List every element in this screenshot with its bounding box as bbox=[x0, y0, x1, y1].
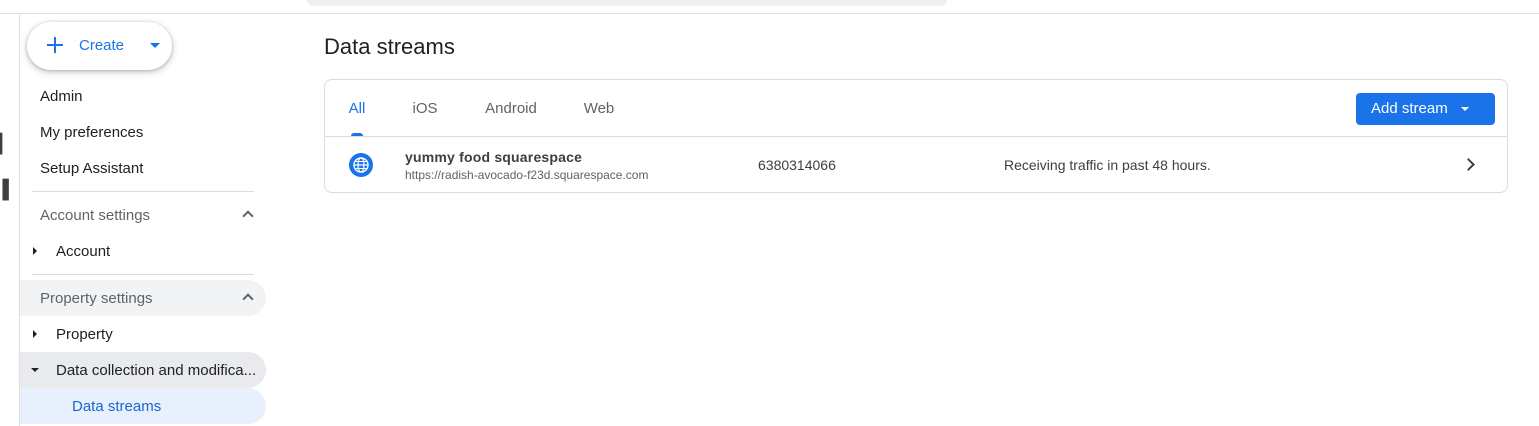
sidebar-item-setup-assistant[interactable]: Setup Assistant bbox=[20, 150, 266, 186]
collapse-arrow-icon[interactable] bbox=[31, 368, 39, 372]
expand-arrow-icon[interactable] bbox=[33, 247, 37, 255]
sidebar-item-my-preferences[interactable]: My preferences bbox=[20, 114, 266, 150]
stream-url: https://radish-avocado-f23d.squarespace.… bbox=[405, 168, 649, 182]
caret-down-icon bbox=[150, 43, 160, 48]
stream-type-tabs: All iOS Android Web bbox=[325, 80, 925, 136]
stream-row[interactable]: yummy food squarespace https://radish-av… bbox=[325, 137, 1507, 193]
tab-label: Android bbox=[485, 99, 537, 117]
account-settings-header[interactable]: Account settings bbox=[20, 197, 266, 233]
sidebar-item-data-collection[interactable]: Data collection and modifica... bbox=[20, 352, 266, 388]
sidebar-item-label: Setup Assistant bbox=[40, 159, 144, 177]
stream-status: Receiving traffic in past 48 hours. bbox=[1004, 157, 1211, 173]
plus-icon bbox=[45, 35, 65, 55]
tree-item-label: Property bbox=[56, 325, 113, 343]
property-settings-header[interactable]: Property settings bbox=[20, 280, 266, 316]
rail-icon-1[interactable]: ▏ bbox=[0, 86, 10, 104]
chevron-right-icon[interactable] bbox=[1462, 158, 1475, 171]
add-stream-label: Add stream bbox=[1371, 100, 1448, 117]
tab-label: iOS bbox=[412, 99, 438, 117]
tab-all[interactable]: All bbox=[341, 80, 373, 136]
sidebar-item-data-streams[interactable]: Data streams bbox=[20, 388, 266, 424]
section-label: Property settings bbox=[40, 289, 153, 307]
page-title: Data streams bbox=[324, 34, 455, 59]
sidebar-divider bbox=[32, 274, 254, 275]
sidebar-item-label: Admin bbox=[40, 87, 83, 105]
section-label: Account settings bbox=[40, 206, 151, 224]
sidebar-item-account[interactable]: Account bbox=[20, 233, 266, 269]
globe-icon bbox=[349, 153, 373, 177]
caret-down-icon bbox=[1461, 107, 1469, 111]
tree-item-label: Data collection and modifica... bbox=[56, 361, 257, 379]
add-stream-button[interactable]: Add stream bbox=[1356, 93, 1495, 125]
sidebar-item-property[interactable]: Property bbox=[20, 316, 266, 352]
top-search-bar[interactable] bbox=[307, 0, 947, 6]
sidebar-item-admin[interactable]: Admin bbox=[20, 78, 266, 114]
tab-ios[interactable]: iOS bbox=[409, 80, 441, 136]
chevron-up-icon bbox=[242, 293, 254, 305]
tab-web[interactable]: Web bbox=[581, 80, 617, 136]
expand-arrow-icon[interactable] bbox=[33, 330, 37, 338]
sidebar-divider bbox=[32, 191, 254, 192]
tab-label: All bbox=[348, 99, 366, 117]
tree-item-label: Account bbox=[56, 242, 111, 260]
data-streams-card: All iOS Android Web Add stream yummy foo bbox=[324, 79, 1508, 193]
tab-android[interactable]: Android bbox=[481, 80, 541, 136]
rail-icon-2[interactable]: ▌ bbox=[0, 134, 9, 152]
sidebar: Create Admin My preferences Setup Assist… bbox=[20, 14, 290, 426]
stream-id: 6380314066 bbox=[758, 157, 836, 173]
tab-label: Web bbox=[583, 99, 615, 117]
sub-item-label: Data streams bbox=[72, 397, 162, 415]
rail-icon-3[interactable]: ▐ bbox=[0, 180, 9, 198]
stream-name: yummy food squarespace bbox=[405, 149, 583, 165]
create-button[interactable]: Create bbox=[27, 22, 172, 70]
create-button-label: Create bbox=[79, 37, 125, 54]
sidebar-item-label: My preferences bbox=[40, 123, 144, 141]
chevron-up-icon bbox=[242, 210, 254, 222]
left-rail: ▏ ▌ ▐ bbox=[0, 14, 20, 426]
